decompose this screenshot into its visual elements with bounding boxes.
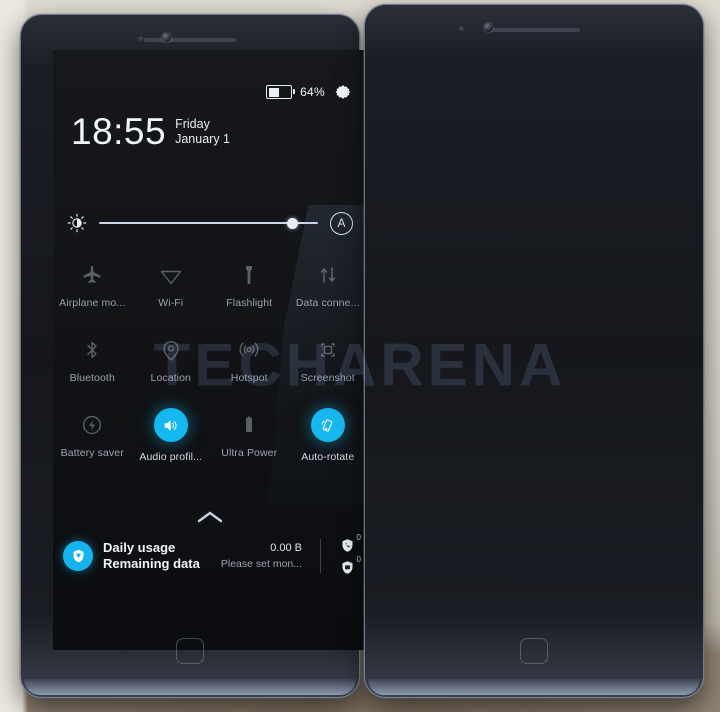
slider-knob[interactable]	[286, 217, 298, 229]
battery-icon	[266, 85, 296, 99]
brightness-icon	[67, 213, 87, 233]
gear-icon[interactable]	[333, 82, 353, 102]
data-usage-notification[interactable]: Daily usage Remaining data 0.00 B Please…	[53, 528, 367, 584]
quick-tile-label: Ultra Power	[221, 447, 278, 459]
proximity-sensor-icon	[459, 26, 465, 32]
quick-tile-label: Bluetooth	[69, 372, 115, 384]
right-phone: 62% 14:23 Thu,31 Mar	[364, 4, 704, 698]
left-home-button[interactable]	[176, 638, 204, 664]
left-quick-settings-grid: Airplane mo... Wi-Fi Flashlight Data conne.…	[53, 248, 367, 473]
quick-tile-location-pin[interactable]: Location	[132, 323, 211, 398]
message-shield-icon[interactable]: 0	[337, 555, 361, 576]
notification-value: 0.00 B	[270, 542, 302, 554]
proximity-sensor-icon	[138, 36, 144, 42]
notification-subtitle: Remaining data	[103, 556, 200, 571]
bluetooth-icon	[79, 337, 105, 363]
front-camera-icon	[484, 23, 493, 32]
notification-title: Daily usage	[103, 540, 176, 555]
quick-tile-auto-rotate[interactable]: Auto-rotate	[289, 398, 368, 473]
quick-tile-wifi[interactable]: Wi-Fi	[132, 248, 211, 323]
flashlight-icon	[236, 262, 262, 288]
right-phone-body	[364, 4, 704, 698]
quick-tile-battery-saver[interactable]: Battery saver	[53, 398, 132, 473]
quick-tile-label: Battery saver	[60, 447, 124, 459]
quick-tile-label: Wi-Fi	[158, 297, 184, 309]
auto-brightness-toggle[interactable]: A	[330, 211, 353, 235]
quick-tile-data-connection[interactable]: Data conne...	[289, 248, 368, 323]
quick-tile-screenshot[interactable]: Screenshot	[289, 323, 368, 398]
quick-tile-airplane[interactable]: Airplane mo...	[53, 248, 132, 323]
battery-percent-label: 64%	[300, 85, 325, 99]
data-connection-icon	[315, 262, 341, 288]
auto-rotate-icon	[310, 408, 345, 442]
quick-tile-label: Screenshot	[300, 372, 355, 384]
quick-tile-hotspot[interactable]: Hotspot	[210, 323, 289, 398]
left-clock: 18:55 Friday January 1	[71, 111, 230, 152]
phone-badge-count: 0	[356, 533, 361, 542]
chevron-up-icon[interactable]	[53, 505, 367, 527]
left-day-label: Friday	[175, 117, 210, 131]
airplane-icon	[79, 262, 105, 288]
left-quick-settings-panel: 64% 18:55 Friday January 1 A Airplane mo…	[53, 50, 367, 650]
left-time-label: 18:55	[71, 111, 167, 152]
notification-hint: Please set mon...	[220, 558, 302, 570]
quick-tile-label: Data conne...	[295, 297, 360, 309]
left-status-bar: 64%	[266, 82, 353, 102]
right-home-button[interactable]	[520, 638, 548, 664]
notification-divider	[320, 539, 321, 573]
wifi-icon	[158, 262, 184, 288]
front-camera-icon	[162, 33, 171, 42]
earpiece-speaker	[144, 38, 236, 42]
screenshot-icon	[315, 337, 341, 363]
earpiece-speaker	[488, 28, 580, 32]
slider-track	[99, 221, 318, 225]
quick-tile-audio-profile[interactable]: Audio profil...	[132, 398, 211, 473]
hotspot-icon	[236, 337, 262, 363]
battery-saver-icon	[79, 412, 105, 438]
quick-tile-label: Airplane mo...	[59, 297, 126, 309]
left-phone-screen[interactable]: 64% 18:55 Friday January 1 A Airplane mo…	[53, 50, 367, 650]
quick-tile-bluetooth[interactable]: Bluetooth	[53, 323, 132, 398]
phone-shield-icon[interactable]: 0	[337, 533, 361, 554]
quick-tile-flashlight[interactable]: Flashlight	[210, 248, 289, 323]
audio-profile-icon	[153, 408, 188, 442]
right-phone-top-bezel	[364, 4, 704, 56]
quick-tile-label: Location	[150, 372, 191, 384]
quick-tile-label: Hotspot	[230, 372, 268, 384]
ultra-power-icon	[236, 412, 262, 438]
brightness-slider[interactable]	[99, 214, 318, 232]
quick-tile-ultra-power[interactable]: Ultra Power	[210, 398, 289, 473]
left-date-label: January 1	[175, 131, 230, 146]
data-shield-icon	[63, 541, 93, 571]
left-phone: 64% 18:55 Friday January 1 A Airplane mo…	[20, 14, 367, 698]
message-badge-count: 0	[356, 555, 361, 564]
quick-tile-label: Flashlight	[226, 297, 273, 309]
quick-tile-label: Auto-rotate	[301, 451, 355, 463]
quick-tile-label: Audio profil...	[139, 451, 203, 463]
location-pin-icon	[158, 337, 184, 363]
left-brightness-row: A	[53, 198, 367, 248]
